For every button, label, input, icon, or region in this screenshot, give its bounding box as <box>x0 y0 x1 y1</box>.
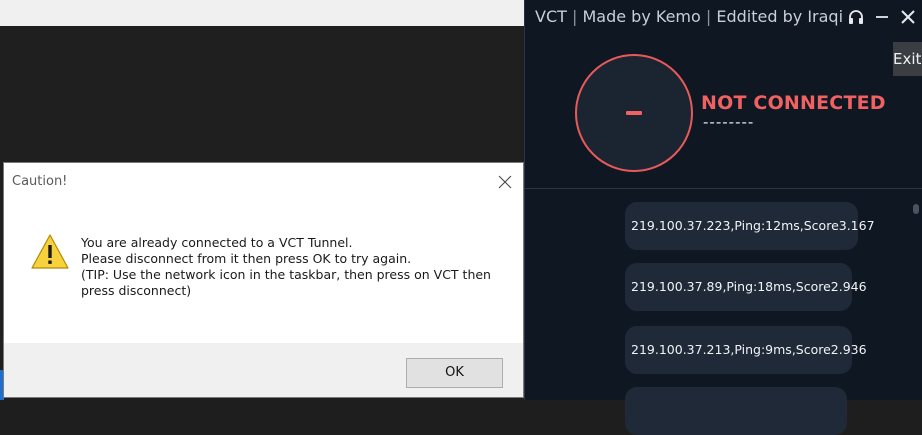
vct-title-made: Made by Kemo <box>582 7 701 26</box>
title-separator: | <box>571 7 583 26</box>
connection-status-detail: -------- <box>703 113 755 131</box>
dialog-message: You are already connected to a VCT Tunne… <box>81 235 501 299</box>
vct-title-app: VCT <box>535 7 567 26</box>
dialog-footer: OK <box>4 343 523 397</box>
disconnected-indicator <box>626 111 642 115</box>
title-separator: | <box>705 7 712 26</box>
dialog-close-icon[interactable] <box>498 174 512 189</box>
server-item[interactable] <box>625 387 847 435</box>
vct-app-window: VCT | Made by Kemo | Eddited by Iraqi Ex… <box>524 0 922 435</box>
headset-icon[interactable] <box>847 8 865 26</box>
message-line: Please disconnect from it then press OK … <box>81 251 412 266</box>
exit-button[interactable]: Exit <box>893 42 922 76</box>
message-line: (TIP: Use the network icon in the taskba… <box>81 267 491 282</box>
warning-icon <box>30 233 70 271</box>
vct-titlebar: VCT | Made by Kemo | Eddited by Iraqi <box>525 0 922 34</box>
vct-title: VCT | Made by Kemo | Eddited by Iraqi <box>535 7 843 26</box>
server-list: 219.100.37.223,Ping:12ms,Score3.167 219.… <box>525 200 922 435</box>
background-window-titlebar <box>0 0 524 26</box>
vct-title-edited: Eddited by Iraqi <box>716 7 844 26</box>
server-item[interactable]: 219.100.37.89,Ping:18ms,Score2.946 <box>625 263 867 311</box>
connection-status: NOT CONNECTED <box>701 92 886 114</box>
server-item[interactable]: 219.100.37.223,Ping:12ms,Score3.167 <box>625 202 875 250</box>
section-divider <box>525 188 922 189</box>
minimize-icon[interactable] <box>873 8 891 26</box>
message-line: press disconnect) <box>81 283 192 298</box>
message-line: You are already connected to a VCT Tunne… <box>81 235 353 250</box>
caution-dialog: Caution! You are already connected to a … <box>3 162 524 398</box>
ok-button[interactable]: OK <box>406 358 503 388</box>
close-icon[interactable] <box>899 8 917 26</box>
dialog-title: Caution! <box>12 174 68 189</box>
connect-button[interactable] <box>575 54 693 172</box>
server-item[interactable]: 219.100.37.213,Ping:9ms,Score2.936 <box>625 326 867 374</box>
